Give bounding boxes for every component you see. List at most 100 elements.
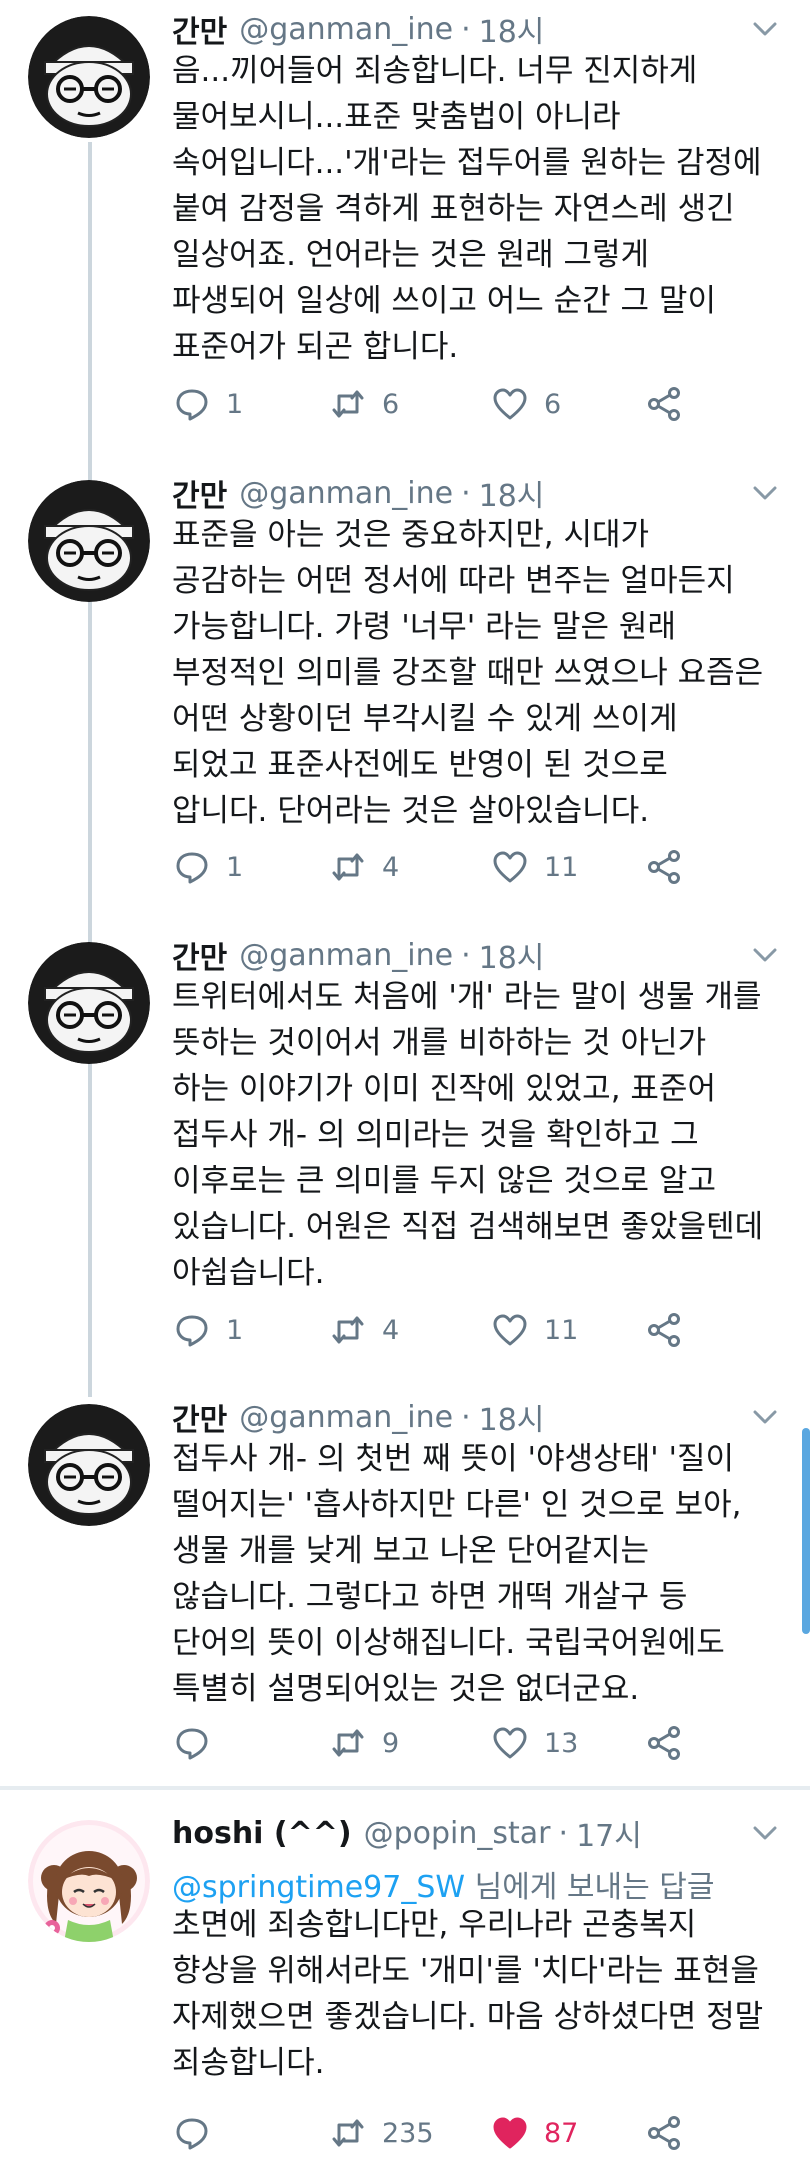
tweet-text-line: 부정적인 의미를 강조할 때만 쓰였으나 요즘은 (172, 655, 764, 691)
retweet-button[interactable]: 235 (330, 2108, 434, 2158)
tweet-text-line: 이후로는 큰 의미를 두지 않은 것으로 알고 (172, 1163, 716, 1199)
like-count: 6 (544, 388, 562, 420)
tweet-actions: 1 4 11 (172, 842, 732, 892)
like-button[interactable]: 11 (492, 1305, 578, 1355)
avatar[interactable] (28, 942, 150, 1064)
heart-icon (493, 851, 527, 883)
share-button[interactable] (646, 379, 682, 429)
tweet[interactable]: 간만 @ganman_ine · 18시 트위터에서도 처음에 '개' 라는 말… (0, 932, 810, 1372)
tweet[interactable]: 간만 @ganman_ine · 18시 음...끼어들어 죄송합니다. 너무 … (0, 6, 810, 446)
tweet-header: hoshi (^^) @popin_star · 17시 (172, 1810, 642, 1856)
tweet[interactable]: hoshi (^^) @popin_star · 17시 @springtime… (0, 1810, 810, 2166)
retweet-count: 4 (382, 1314, 400, 1346)
tweet-text-line: 가능합니다. 가령 '너무' 라는 말은 원래 (172, 609, 676, 645)
display-name[interactable]: 간만 (172, 933, 227, 977)
tweet-text-line: 떨어지는' '흡사하지만 다른' 인 것으로 보아, (172, 1487, 742, 1523)
reply-button[interactable] (174, 1718, 226, 1768)
heart-icon (493, 1727, 527, 1759)
tweet-text-line: 접두사 개- 의 의미라는 것을 확인하고 그 (172, 1117, 699, 1153)
tweet-text-line: 표준어가 되곤 합니다. (172, 329, 459, 365)
reply-icon (176, 1728, 208, 1760)
avatar[interactable] (28, 16, 150, 138)
like-button[interactable]: 11 (492, 842, 578, 892)
reply-count: 1 (226, 1314, 244, 1346)
avatar[interactable] (28, 1404, 150, 1526)
user-handle[interactable]: @popin_star (364, 1816, 551, 1851)
like-button[interactable]: 87 (492, 2108, 578, 2158)
display-name[interactable]: 간만 (172, 1395, 227, 1439)
retweet-button[interactable]: 4 (330, 1305, 399, 1355)
tweet-header: 간만 @ganman_ine · 18시 (172, 1394, 544, 1440)
tweet-text-line: 물어보시니...표준 맞춤법이 아니라 (172, 99, 621, 135)
mention-link[interactable]: @springtime97_SW (172, 1870, 465, 1905)
timestamp[interactable]: 18시 (479, 471, 545, 515)
chevron-down-icon[interactable] (750, 478, 780, 508)
timestamp[interactable]: 18시 (479, 7, 545, 51)
retweet-button[interactable]: 6 (330, 379, 399, 429)
tweet-text-line: 아쉽습니다. (172, 1255, 325, 1291)
share-button[interactable] (646, 1718, 682, 1768)
tweet-actions: 1 6 6 (172, 379, 732, 429)
tweet-text-line: 파생되어 일상에 쓰이고 어느 순간 그 말이 (172, 283, 716, 319)
like-button[interactable]: 13 (492, 1718, 578, 1768)
tweet-text-line: 속어입니다...'개'라는 접두어를 원하는 감정에 (172, 145, 762, 181)
tweet-text-line: 않습니다. 그렇다고 하면 개떡 개살구 등 (172, 1579, 688, 1615)
reply-button[interactable]: 1 (174, 842, 243, 892)
user-handle[interactable]: @ganman_ine (239, 12, 453, 47)
tweet-text-line: 하는 이야기가 이미 진작에 있었고, 표준어 (172, 1071, 716, 1107)
avatar[interactable] (28, 1820, 150, 1942)
display-name[interactable]: 간만 (172, 471, 227, 515)
display-name[interactable]: hoshi (^^) (172, 1816, 352, 1851)
separator-dot: · (461, 11, 471, 47)
tweet-text-line: 뜻하는 것이어서 개를 비하하는 것 아닌가 (172, 1025, 707, 1061)
retweet-count: 235 (382, 2117, 434, 2149)
like-button[interactable]: 6 (492, 379, 561, 429)
chevron-down-icon[interactable] (750, 1402, 780, 1432)
tweet-actions: 9 13 (172, 1718, 732, 1768)
reply-button[interactable] (174, 2108, 226, 2158)
retweet-icon (332, 390, 364, 418)
timestamp[interactable]: 18시 (479, 933, 545, 977)
retweet-icon (332, 1316, 364, 1344)
scrollbar-thumb[interactable] (802, 1428, 810, 1634)
share-icon (648, 2116, 680, 2150)
tweet-header: 간만 @ganman_ine · 18시 (172, 932, 544, 978)
timestamp[interactable]: 18시 (479, 1395, 545, 1439)
reply-icon (176, 389, 208, 421)
retweet-icon (332, 2119, 364, 2147)
retweet-count: 6 (382, 388, 400, 420)
share-button[interactable] (646, 2108, 682, 2158)
avatar[interactable] (28, 480, 150, 602)
tweet-text-line: 있습니다. 어원은 직접 검색해보면 좋았을텐데 (172, 1209, 764, 1245)
separator-dot: · (558, 1815, 569, 1851)
retweet-count: 4 (382, 851, 400, 883)
user-handle[interactable]: @ganman_ine (239, 938, 453, 973)
display-name[interactable]: 간만 (172, 7, 227, 51)
tweet[interactable]: 간만 @ganman_ine · 18시 표준을 아는 것은 중요하지만, 시대… (0, 470, 810, 910)
share-button[interactable] (646, 1305, 682, 1355)
reply-button[interactable]: 1 (174, 1305, 243, 1355)
timestamp[interactable]: 17시 (576, 1811, 642, 1855)
retweet-button[interactable]: 9 (330, 1718, 399, 1768)
like-count: 11 (544, 1314, 579, 1346)
tweet-text-line: 트위터에서도 처음에 '개' 라는 말이 생물 개를 (172, 979, 762, 1015)
heart-icon (493, 2117, 527, 2149)
tweet-text-line: 되었고 표준사전에도 반영이 된 것으로 (172, 747, 668, 783)
tweet-text-line: 일상어죠. 언어라는 것은 원래 그렇게 (172, 237, 650, 273)
reply-icon (176, 2118, 208, 2150)
like-count: 13 (544, 1727, 579, 1759)
user-handle[interactable]: @ganman_ine (239, 476, 453, 511)
chevron-down-icon[interactable] (750, 940, 780, 970)
tweet-text-line: 접두사 개- 의 첫번 째 뜻이 '야생상태' '질이 (172, 1441, 735, 1477)
user-handle[interactable]: @ganman_ine (239, 1400, 453, 1435)
retweet-count: 9 (382, 1727, 400, 1759)
tweet-text: 접두사 개- 의 첫번 째 뜻이 '야생상태' '질이 떨어지는' '흡사하지만… (172, 1436, 792, 1712)
tweet[interactable]: 간만 @ganman_ine · 18시 접두사 개- 의 첫번 째 뜻이 '야… (0, 1394, 810, 1794)
chevron-down-icon[interactable] (750, 14, 780, 44)
tweet-text-line: 공감하는 어떤 정서에 따라 변주는 얼마든지 (172, 563, 735, 599)
share-button[interactable] (646, 842, 682, 892)
reply-button[interactable]: 1 (174, 379, 243, 429)
tweet-text: 초면에 죄송합니다만, 우리나라 곤충복지 향상을 위해서라도 '개미'를 '치… (172, 1902, 792, 2086)
retweet-button[interactable]: 4 (330, 842, 399, 892)
chevron-down-icon[interactable] (750, 1818, 780, 1848)
